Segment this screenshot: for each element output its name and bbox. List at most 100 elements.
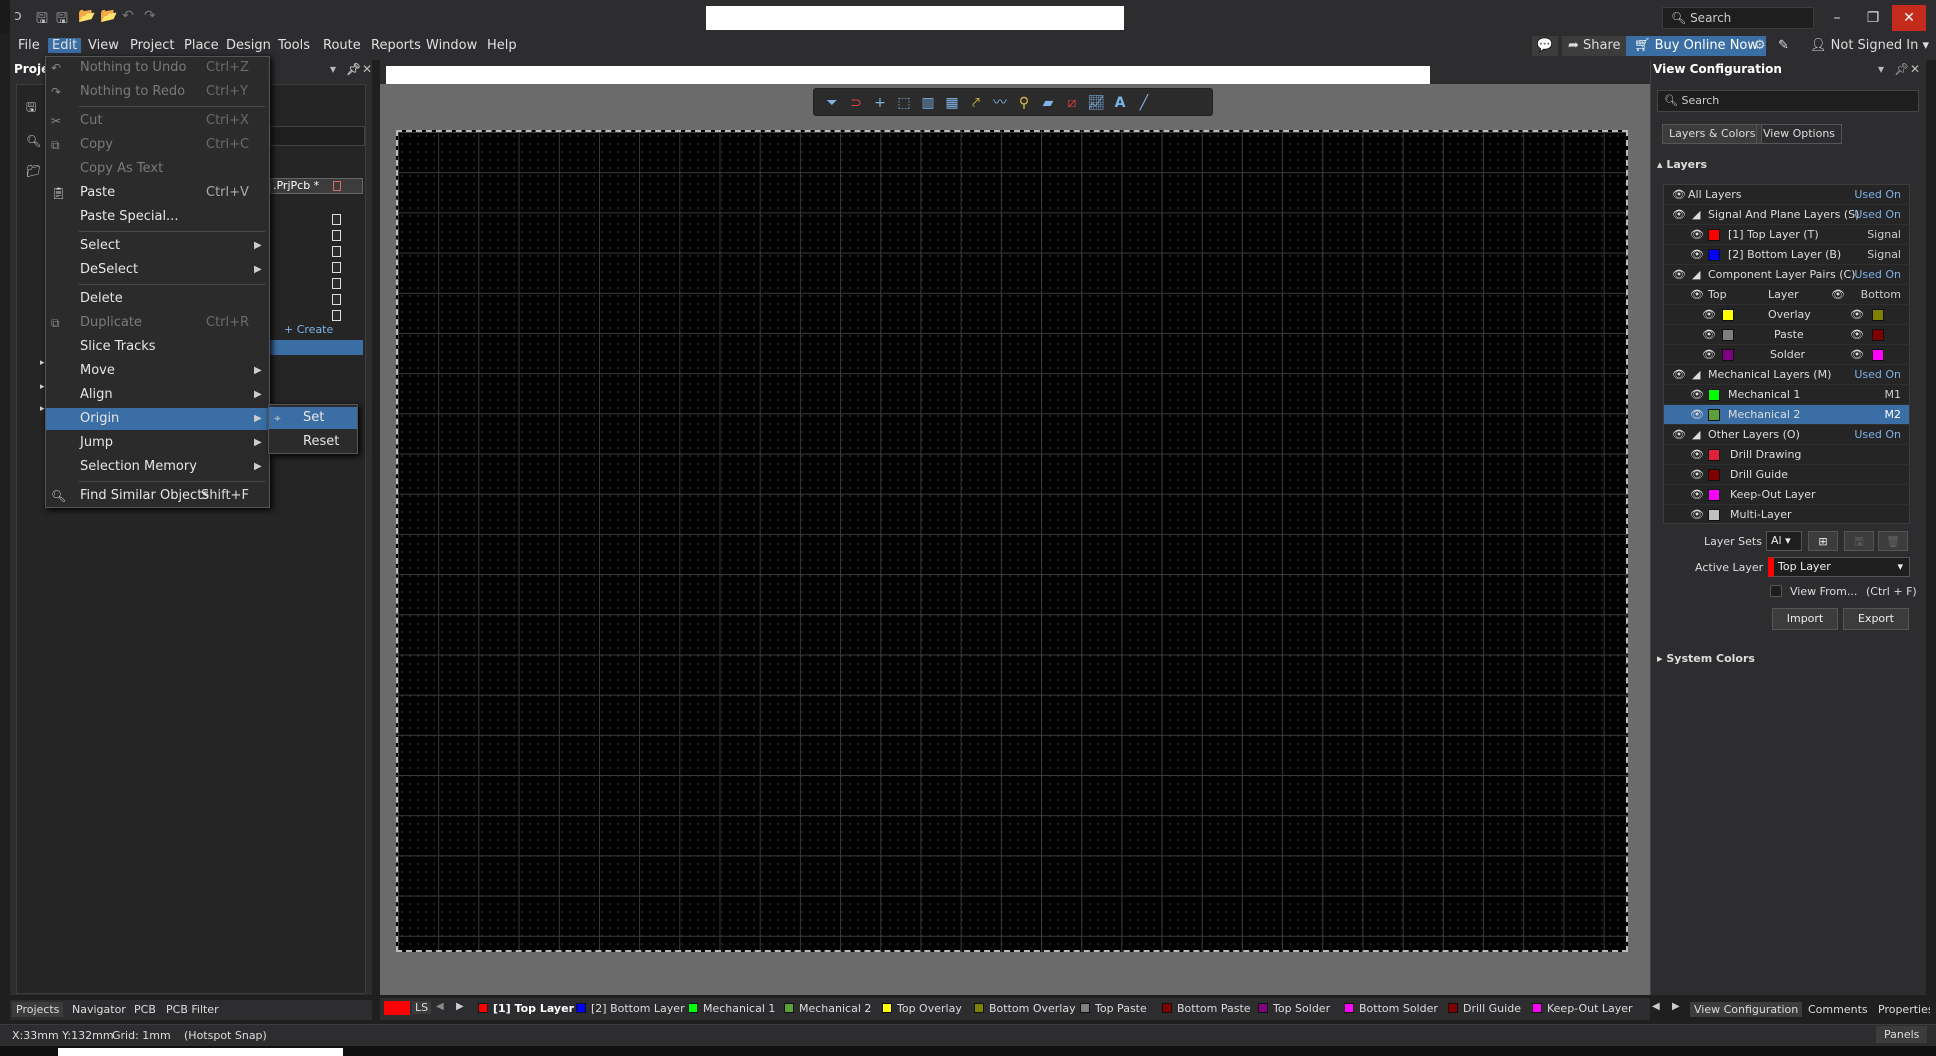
global-search-input[interactable]: 🔍︎ Search	[1662, 7, 1814, 29]
menu-origin[interactable]: Origin ▶	[46, 408, 269, 430]
line-icon[interactable]: ╱	[1134, 93, 1154, 113]
menu-route[interactable]: Route	[323, 38, 361, 53]
panels-button[interactable]: Panels	[1876, 1026, 1928, 1043]
eye-icon[interactable]: 👁︎	[1672, 365, 1686, 385]
save-layer-set-button[interactable]: 🖫	[1844, 531, 1874, 551]
add-layer-set-button[interactable]: ⊞	[1808, 531, 1838, 551]
interactive-route-icon[interactable]: ⤤	[966, 93, 986, 113]
menu-tools[interactable]: Tools	[278, 38, 310, 53]
tab-comments[interactable]: Comments	[1804, 1002, 1872, 1017]
layer-color-swatch[interactable]	[1708, 229, 1720, 241]
text-icon[interactable]: A	[1110, 93, 1130, 113]
layer-tab-top-paste[interactable]: Top Paste	[1080, 1002, 1147, 1016]
keepout-icon[interactable]: ⧄	[1062, 93, 1082, 113]
eye-icon[interactable]: 👁︎	[1690, 385, 1704, 405]
layer-group-other[interactable]: 👁︎ ◢ Other Layers (O) Used On	[1664, 425, 1909, 445]
tab-pcb-filter[interactable]: PCB Filter	[162, 1002, 223, 1017]
diff-pair-icon[interactable]: 〰	[990, 93, 1010, 113]
layer-color-swatch[interactable]	[1708, 489, 1720, 501]
layer-color-swatch[interactable]	[1722, 329, 1734, 341]
layer-color-swatch[interactable]	[1708, 389, 1720, 401]
menu-design[interactable]: Design	[226, 38, 271, 53]
menu-view[interactable]: View	[88, 38, 119, 53]
layer-color-swatch[interactable]	[1872, 329, 1884, 341]
layer-color-swatch[interactable]	[1872, 349, 1884, 361]
create-link[interactable]: + Create	[284, 323, 333, 336]
active-layer-dropdown[interactable]: Top Layer ▾	[1768, 557, 1910, 577]
document-tab[interactable]	[386, 66, 1430, 84]
scroll-right-icon[interactable]: ▶	[1672, 1001, 1680, 1012]
menu-copy-as-text[interactable]: Copy As Text	[46, 158, 269, 180]
menu-find-similar[interactable]: 🔍︎ Find Similar Objects Shift+F	[46, 485, 269, 507]
eye-icon[interactable]: 👁︎	[1672, 205, 1686, 225]
layer-row-keepout[interactable]: 👁︎ Keep-Out Layer	[1664, 485, 1909, 505]
eye-icon[interactable]: 👁︎	[1690, 505, 1704, 525]
panel-close-icon[interactable]: ✕	[362, 62, 372, 76]
layer-tab-mech2[interactable]: Mechanical 2	[784, 1002, 871, 1016]
layer-row-all[interactable]: 👁︎ All Layers Used On	[1664, 185, 1909, 205]
open-icon[interactable]: 📂	[78, 8, 95, 24]
scroll-left-icon[interactable]: ◀	[436, 1001, 444, 1012]
menu-align[interactable]: Align ▶	[46, 384, 269, 406]
tab-view-configuration[interactable]: View Configuration	[1690, 1002, 1803, 1017]
menu-place[interactable]: Place	[184, 38, 219, 53]
tab-projects[interactable]: Projects	[12, 1002, 64, 1017]
layer-tab-top-overlay[interactable]: Top Overlay	[882, 1002, 962, 1016]
project-item[interactable]: .PrjPcb *	[270, 178, 363, 194]
eye-icon[interactable]: 👁︎	[1672, 425, 1686, 445]
layer-group-signal[interactable]: 👁︎ ◢ Signal And Plane Layers (S) Used On	[1664, 205, 1909, 225]
submenu-reset[interactable]: Reset	[269, 431, 357, 453]
expand-icon[interactable]: ▸	[40, 358, 45, 368]
menu-paste-special[interactable]: Paste Special...	[46, 206, 269, 228]
menu-cut[interactable]: ✂ Cut Ctrl+X	[46, 110, 269, 132]
eye-icon[interactable]: 👁︎	[1690, 485, 1704, 505]
layer-tab-drill-guide[interactable]: Drill Guide	[1448, 1002, 1521, 1016]
component-icon[interactable]: ▦	[942, 93, 962, 113]
eye-icon[interactable]: 👁︎	[1690, 285, 1704, 305]
dimension-icon[interactable]: 📈︎	[1086, 93, 1106, 113]
scroll-left-icon[interactable]: ◀	[1652, 1001, 1660, 1012]
eye-icon[interactable]: 👁︎	[1831, 285, 1845, 305]
panel-close-icon[interactable]: ✕	[1910, 62, 1920, 76]
collapse-icon[interactable]: ◢	[1692, 425, 1700, 445]
menu-slice-tracks[interactable]: Slice Tracks	[46, 336, 269, 358]
submenu-set[interactable]: ⌖ Set	[269, 407, 357, 429]
layer-color-swatch[interactable]	[1708, 509, 1720, 521]
eye-icon[interactable]: 👁︎	[1702, 325, 1716, 345]
minimize-button[interactable]: –	[1820, 5, 1854, 31]
eye-icon[interactable]: 👁︎	[1850, 325, 1864, 345]
export-button[interactable]: Export	[1843, 608, 1909, 630]
menu-help[interactable]: Help	[487, 38, 517, 53]
polygon-icon[interactable]: ▰	[1038, 93, 1058, 113]
layer-tab-mech1[interactable]: Mechanical 1	[688, 1002, 775, 1016]
buy-online-button[interactable]: 🛒︎ Buy Online Now	[1626, 36, 1766, 56]
layer-color-swatch[interactable]	[1708, 249, 1720, 261]
menu-edit[interactable]: Edit	[48, 38, 82, 53]
undo-icon[interactable]: ↶	[122, 8, 134, 24]
open-project-icon[interactable]: 📂	[100, 8, 117, 24]
tab-layers-colors[interactable]: Layers & Colors	[1662, 124, 1763, 144]
workspace-icon[interactable]: 🖫	[26, 98, 36, 119]
share-button[interactable]: ➦ Share	[1562, 36, 1627, 56]
menu-delete[interactable]: Delete	[46, 288, 269, 310]
notifications-icon[interactable]: 💬	[1532, 36, 1558, 56]
layer-tab-keepout[interactable]: Keep-Out Layer	[1532, 1002, 1644, 1016]
pin-icon[interactable]: 📌︎	[1894, 62, 1909, 76]
eye-icon[interactable]: 👁︎	[1672, 265, 1686, 285]
layers-section-header[interactable]: ▴ Layers	[1657, 158, 1707, 171]
project-search-input[interactable]	[270, 126, 365, 146]
layer-sets-ls-button[interactable]: LS	[412, 1001, 432, 1014]
layer-pair-solder[interactable]: 👁︎ Solder 👁︎	[1664, 345, 1909, 365]
redo-icon[interactable]: ↷	[144, 8, 156, 24]
menu-reports[interactable]: Reports	[371, 38, 421, 53]
panel-menu-icon[interactable]: ▾	[1878, 62, 1884, 76]
restore-button[interactable]: ❐	[1856, 5, 1890, 31]
layer-tab-bottom-paste[interactable]: Bottom Paste	[1162, 1002, 1251, 1016]
layer-color-swatch[interactable]	[1872, 309, 1884, 321]
layer-tab-bottom-solder[interactable]: Bottom Solder	[1344, 1002, 1438, 1016]
layer-row-drill-drawing[interactable]: 👁︎ Drill Drawing	[1664, 445, 1909, 465]
layer-group-mechanical[interactable]: 👁︎ ◢ Mechanical Layers (M) Used On	[1664, 365, 1909, 385]
layer-sets-dropdown[interactable]: Al ▾	[1766, 531, 1802, 551]
menu-move[interactable]: Move ▶	[46, 360, 269, 382]
pcb-board[interactable]	[396, 130, 1628, 952]
